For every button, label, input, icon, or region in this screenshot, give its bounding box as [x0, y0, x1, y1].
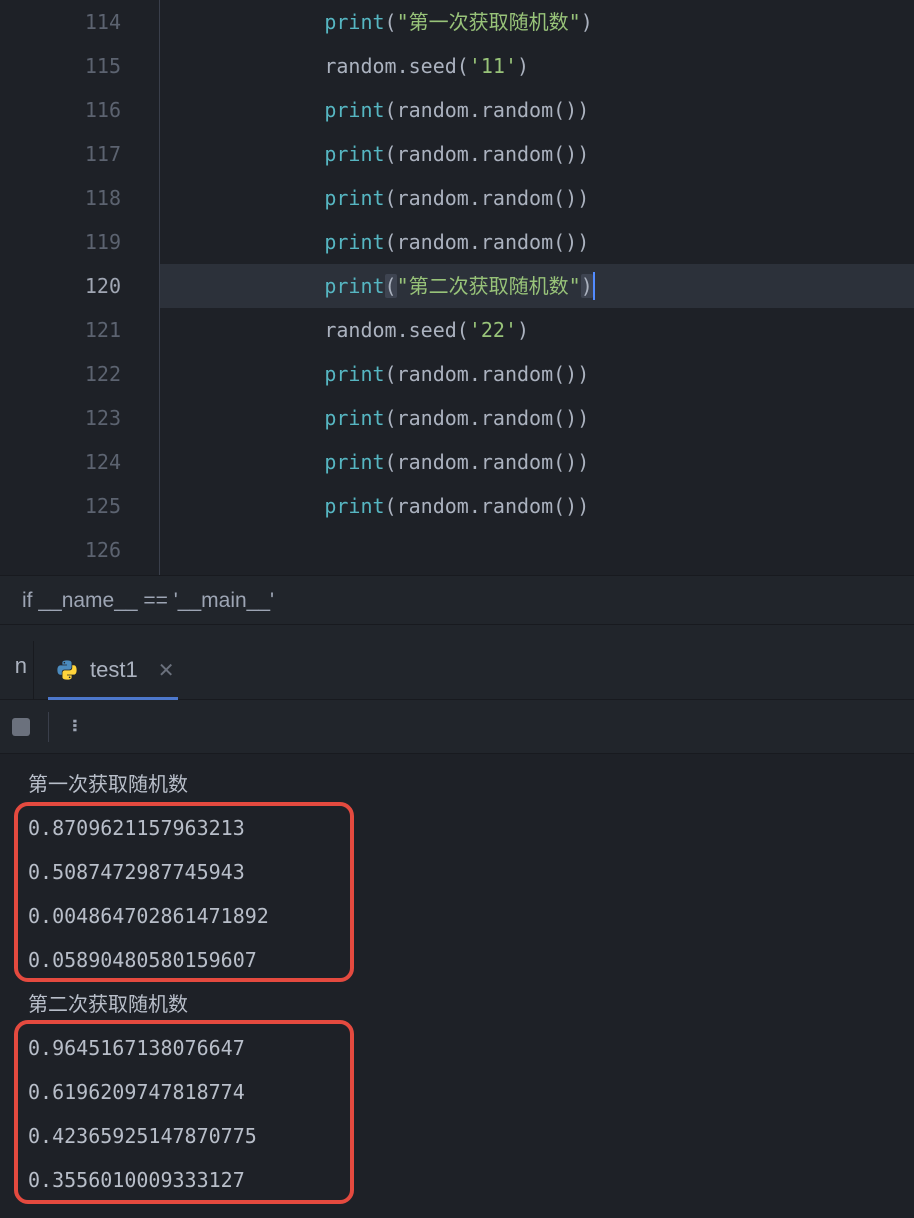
toolbar-divider — [48, 712, 49, 742]
line-number: 125 — [0, 484, 121, 528]
code-line[interactable]: print(random.random()) — [160, 132, 914, 176]
line-number: 123 — [0, 396, 121, 440]
code-line[interactable]: random.seed('22') — [160, 308, 914, 352]
code-area[interactable]: print("第一次获取随机数") random.seed('11') prin… — [160, 0, 914, 575]
text-cursor — [593, 272, 595, 300]
code-line[interactable]: print("第一次获取随机数") — [160, 0, 914, 44]
code-line[interactable]: print(random.random()) — [160, 176, 914, 220]
python-icon — [56, 659, 78, 681]
console-line: 0.004864702861471892 — [28, 894, 914, 938]
console-line: 0.8709621157963213 — [28, 806, 914, 850]
code-line[interactable]: print(random.random()) — [160, 352, 914, 396]
code-editor[interactable]: 114115116117118119120121122123124125126 … — [0, 0, 914, 575]
console-line: 第一次获取随机数 — [28, 762, 914, 806]
run-tab-bar: n test1 ✕ — [0, 625, 914, 700]
breadcrumb-text: if __name__ == '__main__' — [22, 589, 274, 612]
code-line[interactable]: print(random.random()) — [160, 440, 914, 484]
line-number: 114 — [0, 0, 121, 44]
code-line[interactable]: print(random.random()) — [160, 484, 914, 528]
console-line: 0.42365925147870775 — [28, 1114, 914, 1158]
run-toolbar: ⋯ — [0, 700, 914, 754]
line-number-gutter: 114115116117118119120121122123124125126 — [0, 0, 160, 575]
console-line: 0.5087472987745943 — [28, 850, 914, 894]
console-line: 0.05890480580159607 — [28, 938, 914, 982]
code-line[interactable]: print(random.random()) — [160, 88, 914, 132]
console-line: 0.3556010009333127 — [28, 1158, 914, 1202]
console-line: 0.6196209747818774 — [28, 1070, 914, 1114]
code-line[interactable] — [160, 528, 914, 572]
line-number: 117 — [0, 132, 121, 176]
line-number: 122 — [0, 352, 121, 396]
line-number: 116 — [0, 88, 121, 132]
line-number: 115 — [0, 44, 121, 88]
code-line[interactable]: print("第二次获取随机数") — [160, 264, 914, 308]
code-line[interactable]: print(random.random()) — [160, 220, 914, 264]
previous-tab-fragment[interactable]: n — [0, 641, 34, 699]
line-number: 119 — [0, 220, 121, 264]
breadcrumb[interactable]: if __name__ == '__main__' — [0, 575, 914, 625]
line-number: 121 — [0, 308, 121, 352]
stop-button[interactable] — [12, 718, 30, 736]
line-number: 126 — [0, 528, 121, 572]
line-number: 120 — [0, 264, 121, 308]
line-number: 124 — [0, 440, 121, 484]
console-line: 0.9645167138076647 — [28, 1026, 914, 1070]
code-line[interactable]: random.seed('11') — [160, 44, 914, 88]
tab-test1[interactable]: test1 ✕ — [34, 641, 192, 699]
more-actions-icon[interactable]: ⋯ — [62, 719, 87, 734]
console-output[interactable]: 第一次获取随机数0.87096211579632130.508747298774… — [0, 754, 914, 1202]
code-line[interactable]: print(random.random()) — [160, 396, 914, 440]
tab-label: test1 — [90, 657, 138, 683]
line-number: 118 — [0, 176, 121, 220]
close-icon[interactable]: ✕ — [158, 658, 175, 683]
console-line: 第二次获取随机数 — [28, 982, 914, 1026]
